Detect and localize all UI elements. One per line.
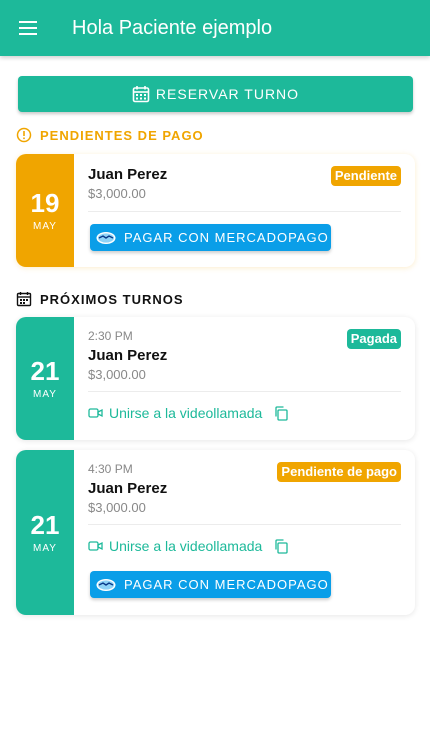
upcoming-appointment-card[interactable]: 21 MAY 4:30 PM Juan Perez $3,000.00 Pend…	[16, 450, 415, 615]
upcoming-appointment-card[interactable]: 21 MAY 2:30 PM Juan Perez $3,000.00 Paga…	[16, 317, 415, 440]
pending-payments-title: PENDIENTES DE PAGO	[40, 127, 204, 143]
pay-mercadopago-label: PAGAR CON MERCADOPAGO	[124, 577, 329, 592]
date-block: 21 MAY	[16, 450, 74, 615]
pending-payments-header: PENDIENTES DE PAGO	[16, 127, 204, 143]
mercadopago-logo-icon	[96, 231, 116, 244]
divider	[88, 524, 401, 525]
menu-button[interactable]	[0, 0, 56, 56]
date-day: 19	[30, 188, 60, 218]
copy-icon[interactable]	[274, 405, 288, 421]
date-month: MAY	[33, 389, 57, 400]
date-block: 19 MAY	[16, 154, 74, 267]
reserve-appointment-label: RESERVAR TURNO	[155, 86, 300, 102]
appointment-price: $3,000.00	[88, 367, 146, 382]
pay-mercadopago-button[interactable]: PAGAR CON MERCADOPAGO	[90, 571, 331, 598]
calendar-icon	[16, 292, 32, 307]
reserve-appointment-button[interactable]: RESERVAR TURNO	[18, 76, 413, 112]
date-month: MAY	[33, 543, 57, 554]
pay-mercadopago-label: PAGAR CON MERCADOPAGO	[124, 230, 329, 245]
patient-name: Juan Perez	[88, 347, 168, 364]
warning-icon	[16, 127, 32, 143]
divider	[88, 211, 401, 212]
join-videocall-row: Unirse a la videollamada	[88, 538, 288, 554]
mercadopago-logo-icon	[96, 578, 116, 591]
patient-name: Juan Perez	[88, 166, 168, 183]
pay-mercadopago-button[interactable]: PAGAR CON MERCADOPAGO	[90, 224, 331, 251]
calendar-icon	[132, 86, 150, 103]
copy-icon[interactable]	[274, 538, 288, 554]
date-day: 21	[30, 510, 60, 540]
video-camera-icon	[88, 541, 103, 551]
date-block: 21 MAY	[16, 317, 74, 440]
join-videocall-link[interactable]: Unirse a la videollamada	[109, 538, 262, 554]
status-badge: Pendiente	[330, 166, 401, 186]
status-badge: Pagada	[346, 329, 401, 349]
appointment-time: 4:30 PM	[88, 462, 133, 476]
status-badge: Pendiente de pago	[277, 462, 401, 482]
pending-appointment-card[interactable]: 19 MAY Juan Perez $3,000.00 Pendiente PA…	[16, 154, 415, 267]
join-videocall-link[interactable]: Unirse a la videollamada	[109, 405, 262, 421]
appointment-price: $3,000.00	[88, 186, 146, 201]
join-videocall-row: Unirse a la videollamada	[88, 405, 288, 421]
date-day: 21	[30, 356, 60, 386]
divider	[88, 391, 401, 392]
page-title: Hola Paciente ejemplo	[72, 17, 273, 39]
date-month: MAY	[33, 221, 57, 232]
appointment-time: 2:30 PM	[88, 329, 133, 343]
upcoming-appointments-header: PRÓXIMOS TURNOS	[16, 291, 184, 307]
upcoming-appointments-title: PRÓXIMOS TURNOS	[40, 291, 184, 307]
appointment-price: $3,000.00	[88, 500, 146, 515]
video-camera-icon	[88, 408, 103, 418]
patient-name: Juan Perez	[88, 480, 168, 497]
app-bar: Hola Paciente ejemplo	[0, 0, 430, 56]
menu-icon	[19, 21, 37, 35]
